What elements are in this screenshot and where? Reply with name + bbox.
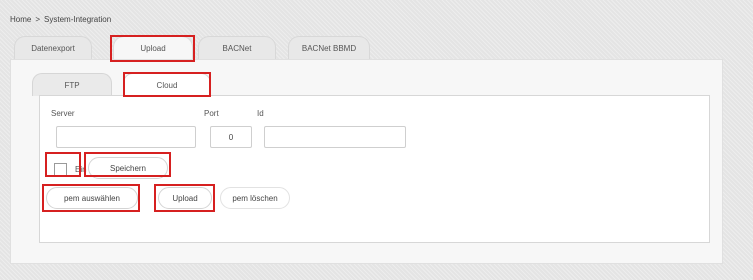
breadcrumb-home-link[interactable]: Home <box>10 15 31 24</box>
breadcrumb-separator: > <box>35 15 41 24</box>
server-label: Server <box>51 109 75 118</box>
ein-label: Ein <box>75 165 87 174</box>
id-input[interactable] <box>264 126 406 148</box>
tab-datenexport[interactable]: Datenexport <box>14 36 92 60</box>
port-input[interactable]: 0 <box>210 126 252 148</box>
tab-cloud[interactable]: Cloud <box>123 73 211 96</box>
ein-checkbox[interactable] <box>54 163 67 176</box>
tab-upload[interactable]: Upload <box>113 36 193 60</box>
breadcrumb: Home > System-Integration <box>10 15 111 24</box>
tab-bacnet-bbmd[interactable]: BACNet BBMD <box>288 36 370 60</box>
port-label: Port <box>204 109 219 118</box>
server-input[interactable] <box>56 126 196 148</box>
ein-toggle[interactable]: Ein <box>54 163 87 176</box>
tab-ftp[interactable]: FTP <box>32 73 112 96</box>
pem-loeschen-button[interactable]: pem löschen <box>220 187 290 209</box>
breadcrumb-current: System-Integration <box>44 15 112 24</box>
id-label: Id <box>257 109 264 118</box>
pem-auswaehlen-button[interactable]: pem auswählen <box>46 187 138 209</box>
upload-button[interactable]: Upload <box>158 187 212 209</box>
tab-bacnet[interactable]: BACNet <box>198 36 276 60</box>
speichern-button[interactable]: Speichern <box>88 157 168 179</box>
